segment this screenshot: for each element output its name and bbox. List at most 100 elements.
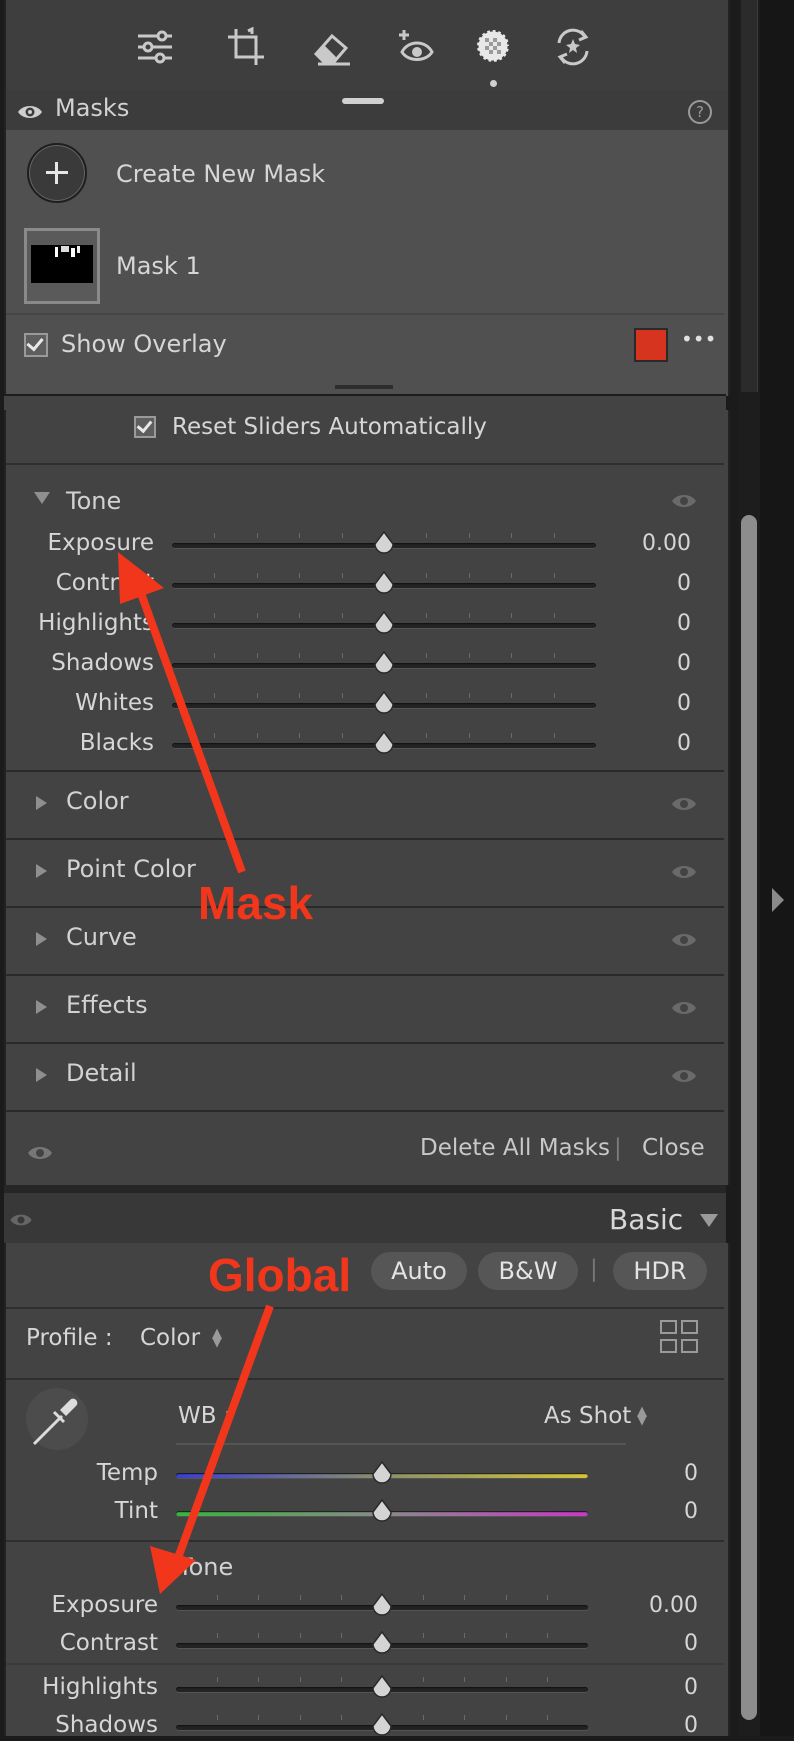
mask-exposure-value[interactable]: 0.00 (581, 531, 691, 556)
scrollbar-thumb[interactable] (741, 515, 757, 1720)
profile-browser-grid-icon[interactable] (660, 1320, 698, 1358)
wb-updown-icon[interactable]: ▲ ▼ (637, 1405, 647, 1427)
color-expand-triangle-icon[interactable] (36, 796, 47, 810)
mask-exposure-label: Exposure (47, 530, 154, 556)
reset-divider (6, 463, 724, 465)
wb-temp-slider-thumb[interactable] (371, 1460, 393, 1485)
point-color-expand-triangle-icon[interactable] (36, 864, 47, 878)
mask-1-label[interactable]: Mask 1 (116, 252, 201, 280)
mask-thumbnail-image (31, 245, 93, 283)
wb-temp-value[interactable]: 0 (588, 1461, 698, 1486)
global-exposure-slider-thumb[interactable] (371, 1592, 393, 1617)
color-section-title[interactable]: Color (66, 787, 129, 815)
red-eye-icon[interactable] (396, 26, 436, 70)
mask-panel-eye-icon[interactable] (27, 1144, 53, 1162)
global-shadows-value[interactable]: 0 (588, 1713, 698, 1738)
masks-visibility-eye-icon[interactable] (17, 103, 43, 121)
create-new-mask-label[interactable]: Create New Mask (116, 160, 325, 188)
global-contrast-tick (506, 1633, 507, 1638)
mask-whites-value[interactable]: 0 (581, 691, 691, 716)
basic-collapse-triangle-icon[interactable] (700, 1214, 718, 1227)
color-eye-icon[interactable] (671, 795, 697, 813)
basic-visibility-eye-icon[interactable] (9, 1212, 33, 1228)
mask-exposure-tick (299, 533, 300, 538)
reset-sliders-checkbox[interactable] (134, 416, 156, 438)
mask-highlights-tick (342, 613, 343, 618)
hdr-button[interactable]: HDR (613, 1252, 707, 1290)
section-divider (6, 770, 724, 772)
basic-title[interactable]: Basic (609, 1203, 683, 1236)
global-contrast-value[interactable]: 0 (588, 1631, 698, 1656)
overlay-options-button[interactable]: ••• (681, 327, 716, 351)
mask-shadows-label: Shadows (51, 650, 154, 676)
basic-divider-2 (6, 1378, 724, 1380)
expand-right-panel-icon[interactable] (772, 888, 784, 912)
global-exposure-value[interactable]: 0.00 (588, 1593, 698, 1618)
mask-tone-eye-icon[interactable] (671, 492, 697, 510)
wb-tint-value[interactable]: 0 (588, 1499, 698, 1524)
tone-collapse-triangle-icon[interactable] (34, 492, 50, 504)
panel-drag-handle[interactable] (342, 98, 384, 104)
checkmark-icon (26, 333, 44, 352)
global-shadows-tick (258, 1715, 259, 1720)
show-overlay-checkbox[interactable] (24, 333, 48, 357)
global-highlights-value[interactable]: 0 (588, 1675, 698, 1700)
effects-expand-triangle-icon[interactable] (36, 1000, 47, 1014)
edit-sliders-icon[interactable] (136, 28, 174, 70)
profile-updown-icon[interactable]: ▲ ▼ (212, 1327, 222, 1349)
overlay-color-swatch[interactable] (634, 328, 668, 362)
global-shadows-tick (506, 1715, 507, 1720)
mask-blacks-value[interactable]: 0 (581, 731, 691, 756)
auto-button[interactable]: Auto (371, 1252, 467, 1290)
mask-exposure-tick (511, 533, 512, 538)
point-color-eye-icon[interactable] (671, 863, 697, 881)
remove-eraser-icon[interactable] (312, 30, 352, 70)
crop-icon[interactable] (226, 26, 266, 71)
masking-icon[interactable] (473, 26, 513, 70)
mask-shadows-slider-thumb[interactable] (373, 650, 395, 675)
mask-blacks-slider-thumb[interactable] (373, 730, 395, 755)
mask-whites-slider-thumb[interactable] (373, 690, 395, 715)
presets-icon[interactable] (553, 27, 593, 71)
mask-thumbnail[interactable] (24, 228, 100, 304)
profile-value[interactable]: Color (140, 1325, 200, 1351)
wb-underline (176, 1443, 626, 1445)
pill-divider: | (590, 1256, 598, 1282)
wb-tint-slider-thumb[interactable] (371, 1498, 393, 1523)
bw-button[interactable]: B&W (478, 1252, 578, 1290)
mask-tone-title[interactable]: Tone (66, 487, 121, 515)
effects-eye-icon[interactable] (671, 999, 697, 1017)
curve-section-title[interactable]: Curve (66, 923, 137, 951)
effects-section-title[interactable]: Effects (66, 991, 148, 1019)
global-tone-title: Tone (178, 1553, 234, 1581)
detail-expand-triangle-icon[interactable] (36, 1068, 47, 1082)
mask-contrast-slider-thumb[interactable] (373, 570, 395, 595)
mask-highlights-slider-thumb[interactable] (373, 610, 395, 635)
global-exposure-tick (300, 1595, 301, 1600)
panel-resize-handle[interactable] (335, 385, 393, 389)
create-new-mask-button[interactable] (27, 143, 87, 203)
detail-eye-icon[interactable] (671, 1067, 697, 1085)
wb-temp-label: Temp (96, 1460, 158, 1486)
curve-expand-triangle-icon[interactable] (36, 932, 47, 946)
delete-all-masks-button[interactable]: Delete All Masks (420, 1135, 610, 1161)
global-highlights-slider-thumb[interactable] (371, 1674, 393, 1699)
curve-eye-icon[interactable] (671, 931, 697, 949)
mask-highlights-tick (469, 613, 470, 618)
global-contrast-slider-thumb[interactable] (371, 1630, 393, 1655)
wb-value[interactable]: As Shot (544, 1403, 631, 1429)
help-icon[interactable]: ? (688, 100, 712, 124)
mask-shadows-value[interactable]: 0 (581, 651, 691, 676)
mask-exposure-slider-thumb[interactable] (373, 530, 395, 555)
basic-divider-1 (6, 1307, 724, 1309)
global-shadows-slider-thumb[interactable] (371, 1712, 393, 1737)
basic-divider-4 (6, 1663, 724, 1665)
mask-contrast-value[interactable]: 0 (581, 571, 691, 596)
white-balance-eyedropper-icon[interactable] (26, 1388, 88, 1450)
detail-section-title[interactable]: Detail (66, 1059, 137, 1087)
mask-highlights-value[interactable]: 0 (581, 611, 691, 636)
close-button[interactable]: Close (642, 1135, 705, 1161)
point-color-section-title[interactable]: Point Color (66, 855, 196, 883)
masks-title: Masks (55, 94, 130, 122)
global-contrast-tick (341, 1633, 342, 1638)
